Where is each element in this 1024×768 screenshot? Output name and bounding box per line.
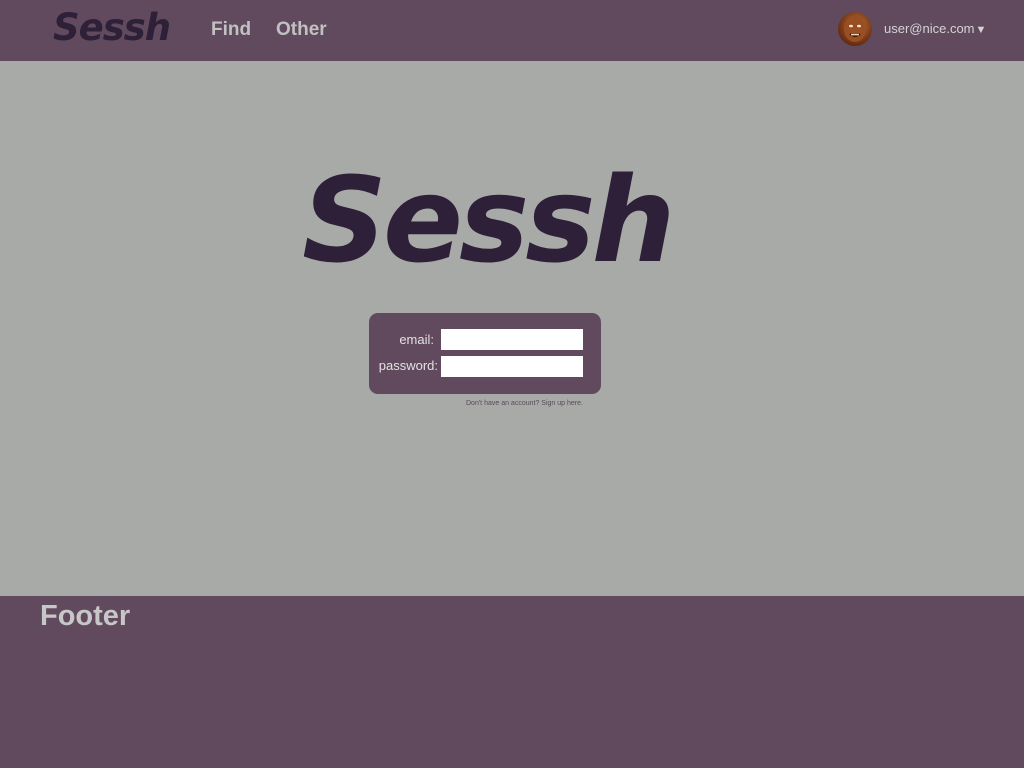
user-email: user@nice.com <box>884 21 975 36</box>
hero-logo: Sessh <box>302 151 675 289</box>
user-menu-dropdown[interactable]: user@nice.com▼ <box>884 21 986 38</box>
footer-title: Footer <box>40 600 131 632</box>
nav-link-other[interactable]: Other <box>276 19 327 41</box>
email-field[interactable] <box>441 329 583 350</box>
email-label: email: <box>399 332 434 347</box>
user-avatar[interactable] <box>838 12 872 46</box>
password-field[interactable] <box>441 356 583 377</box>
login-form: email: password: <box>369 313 601 394</box>
brand-logo-link[interactable]: Sessh <box>53 6 171 50</box>
top-navbar: Sessh Find Other user@nice.com▼ <box>0 0 1024 61</box>
main-content: Sessh email: password: Don't have an acc… <box>0 61 1024 596</box>
chevron-down-icon: ▼ <box>975 24 987 36</box>
avatar-face-icon <box>844 16 866 42</box>
nav-link-find[interactable]: Find <box>211 19 251 41</box>
signup-link[interactable]: Don't have an account? Sign up here. <box>466 399 583 409</box>
password-label: password: <box>378 358 438 373</box>
footer: Footer <box>0 596 1024 768</box>
